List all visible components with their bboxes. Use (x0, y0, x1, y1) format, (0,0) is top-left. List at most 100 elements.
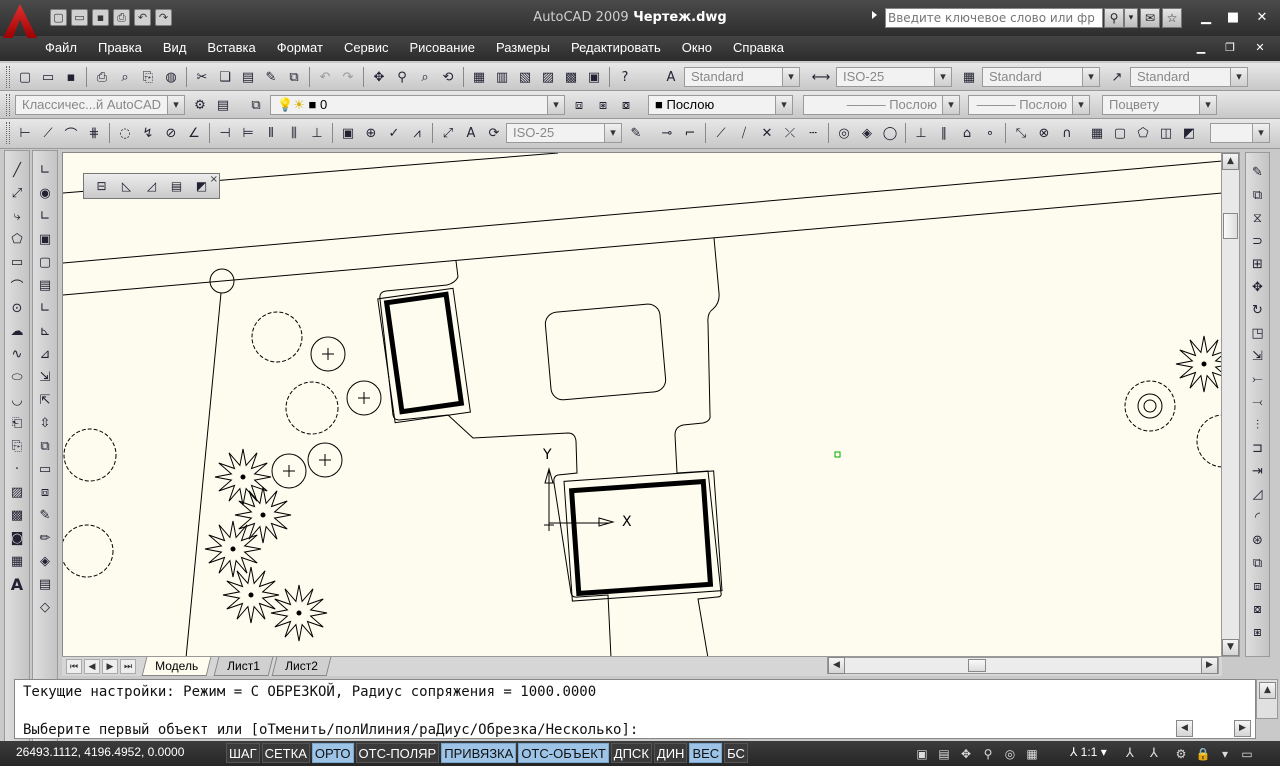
toggle-osnap[interactable]: ПРИВЯЗКА (441, 743, 517, 763)
workspace-save-icon[interactable]: ▤ (212, 94, 234, 116)
light-icon[interactable]: ◇ (34, 596, 56, 619)
extend-icon[interactable]: ⤙ (1247, 391, 1269, 414)
annotation-scale[interactable]: ⅄ 1:1 ▾ (1070, 745, 1107, 759)
diameter-dim-icon[interactable]: ⊘ (160, 122, 182, 144)
toggle-dyn[interactable]: ДИН (653, 743, 688, 763)
star-icon[interactable]: ☆ (1162, 8, 1182, 28)
dim-break-icon[interactable]: ⊥ (306, 122, 328, 144)
undo-icon[interactable]: ↶ (134, 9, 151, 26)
info-icon[interactable]: ✉ (1140, 8, 1160, 28)
hatch-icon[interactable]: ▨ (6, 481, 28, 504)
dim-style-manager-icon[interactable]: ✎ (625, 122, 647, 144)
tool-palettes-icon[interactable]: ▧ (514, 66, 536, 88)
lock-icon[interactable]: ⧈ (34, 481, 56, 504)
toggle-polar[interactable]: ОТС-ПОЛЯР (355, 743, 440, 763)
pencil-icon[interactable]: ✏ (34, 527, 56, 550)
close-icon[interactable]: ✕ (1252, 10, 1272, 26)
menu-window[interactable]: Окно (682, 40, 712, 55)
close-icon[interactable]: × (210, 174, 218, 185)
menu-view[interactable]: Вид (163, 40, 187, 55)
jogged-linear-icon[interactable]: ⩘ (406, 122, 428, 144)
block-editor-icon[interactable]: ⧉ (283, 66, 305, 88)
sheet-set-icon[interactable]: ▨ (537, 66, 559, 88)
erase-icon[interactable]: ✎ (1247, 161, 1269, 184)
ucs-icon[interactable]: ∟ (34, 159, 56, 182)
ucs-object-icon[interactable]: ▢ (34, 251, 56, 274)
toggle-otrack[interactable]: ОТС-ОБЪЕКТ (518, 743, 609, 763)
copy-icon[interactable]: ❏ (214, 66, 236, 88)
render-icon[interactable]: ◈ (34, 550, 56, 573)
zoom-icon[interactable]: ⚲ (978, 744, 998, 763)
toolbar-grip[interactable] (6, 66, 10, 88)
dim-style-select-2[interactable]: ISO-25 (506, 123, 622, 143)
maximize-icon[interactable]: ■ (1223, 10, 1243, 26)
doc-close-icon[interactable]: ✕ (1252, 41, 1268, 55)
snap-midpoint-icon[interactable]: ⧸ (733, 122, 755, 144)
text-style-select[interactable]: Standard (684, 67, 800, 87)
circle-icon[interactable]: ⊙ (6, 297, 28, 320)
ucs-face-icon[interactable]: ▣ (34, 228, 56, 251)
snap-none-icon[interactable]: ⊗ (1033, 122, 1055, 144)
break-at-point-icon[interactable]: ⫶ (1247, 414, 1269, 437)
dim-space-icon[interactable]: ⫼ (283, 122, 305, 144)
gradient-icon[interactable]: ▩ (6, 504, 28, 527)
snap-endpoint-icon[interactable]: ⟋ (710, 122, 732, 144)
toolbar-grip[interactable] (6, 122, 10, 144)
menu-tools[interactable]: Сервис (344, 40, 389, 55)
menu-file[interactable]: Файл (45, 40, 77, 55)
toolbar-lock-icon[interactable]: 🔒 (1194, 744, 1212, 763)
zoom-previous-icon[interactable]: ⟲ (437, 66, 459, 88)
markup-icon[interactable]: ▩ (560, 66, 582, 88)
snap-tangent-icon[interactable]: ◯ (879, 122, 901, 144)
save-icon[interactable]: ▪ (92, 9, 109, 26)
vertical-scrollbar[interactable]: ▲ ▼ (1221, 152, 1240, 657)
break-icon[interactable]: ⊐ (1247, 437, 1269, 460)
snap-intersection-icon[interactable]: ✕ (756, 122, 778, 144)
tab-layout1[interactable]: Лист1 (213, 657, 274, 676)
viewport-scale-select[interactable] (1210, 123, 1270, 143)
ellipse-arc-icon[interactable]: ◡ (6, 389, 28, 412)
snap-from-icon[interactable]: ⌐ (679, 122, 701, 144)
clean-screen-icon[interactable]: ▭ (1238, 744, 1256, 763)
table-icon[interactable]: ▦ (6, 550, 28, 573)
ucs-zaxis-icon[interactable]: ⊾ (34, 320, 56, 343)
layer-manager-icon[interactable]: ⧉ (245, 94, 267, 116)
rotate-icon[interactable]: ↻ (1247, 299, 1269, 322)
inspect-icon[interactable]: ✓ (383, 122, 405, 144)
design-center-icon[interactable]: ▥ (491, 66, 513, 88)
snap-parallel-icon[interactable]: ∥ (933, 122, 955, 144)
layout-icon[interactable]: ▭ (34, 458, 56, 481)
new-file-icon[interactable]: ▢ (50, 9, 67, 26)
scroll-thumb[interactable] (1223, 213, 1238, 239)
annotation-visibility-icon[interactable]: ⅄ (1120, 744, 1140, 763)
scroll-down-icon[interactable]: ▼ (1222, 639, 1239, 656)
help-icon[interactable]: ? (614, 66, 636, 88)
layer-select[interactable]: 💡☀ ■ 0 (270, 95, 565, 115)
workspace-select[interactable]: Классичес...й AutoCAD (15, 95, 185, 115)
linear-dim-icon[interactable]: ⊢ (14, 122, 36, 144)
toggle-grid[interactable]: СЕТКА (261, 743, 310, 763)
scroll-left-icon[interactable]: ◀ (828, 657, 845, 674)
model-space-icon[interactable]: ▣ (912, 744, 932, 763)
cut-icon[interactable]: ✂ (191, 66, 213, 88)
preview-icon[interactable]: ⌕ (114, 66, 136, 88)
auto-scale-icon[interactable]: ⅄ (1144, 744, 1164, 763)
workspace-switch-icon[interactable]: ⚙ (1172, 744, 1190, 763)
chevron-down-icon[interactable]: ▾ (1124, 8, 1138, 28)
page-setup-float-icon[interactable]: ◿ (140, 176, 163, 196)
command-hscroll[interactable]: ◀ ▶ (1172, 720, 1252, 738)
showmotion-icon[interactable]: ▦ (1022, 744, 1042, 763)
layout-float-icon[interactable]: ◺ (115, 176, 138, 196)
move-icon[interactable]: ✥ (1247, 276, 1269, 299)
ucs-z-icon[interactable]: ⇳ (34, 412, 56, 435)
continue-dim-icon[interactable]: ⫴ (260, 122, 282, 144)
single-viewport-icon[interactable]: ▢ (1109, 122, 1131, 144)
menu-modify[interactable]: Редактировать (571, 40, 661, 55)
arc-length-icon[interactable]: ⌒ (60, 122, 82, 144)
draworder-icon[interactable]: ⧉ (1247, 552, 1269, 575)
stretch-icon[interactable]: ⇲ (1247, 345, 1269, 368)
line-icon[interactable]: ╱ (6, 159, 28, 182)
tab-layout2[interactable]: Лист2 (271, 657, 332, 676)
chamfer-icon[interactable]: ◿ (1247, 483, 1269, 506)
explode-icon[interactable]: ⊛ (1247, 529, 1269, 552)
